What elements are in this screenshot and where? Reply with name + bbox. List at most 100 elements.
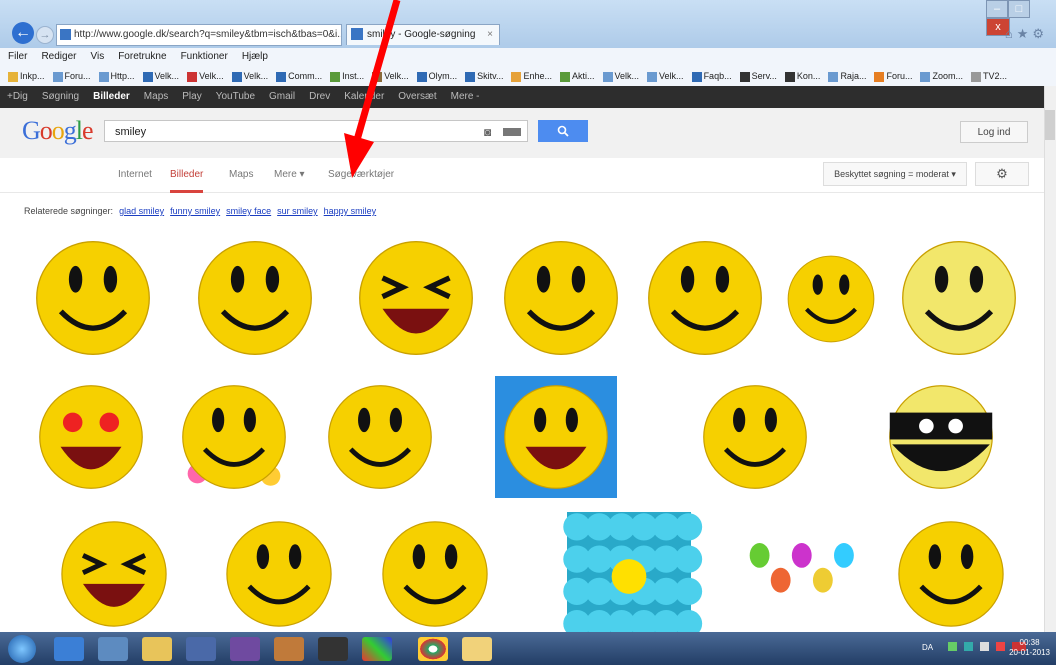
favorite-link[interactable]: Faqb... — [691, 66, 732, 86]
favorite-link[interactable]: TV2... — [970, 66, 1007, 86]
star-icon[interactable]: ★ — [1017, 26, 1033, 41]
image-result-thumbnail[interactable] — [170, 231, 340, 365]
favorite-link[interactable]: Kon... — [784, 66, 820, 86]
image-result-thumbnail[interactable] — [356, 512, 514, 636]
favorite-link[interactable]: Raja... — [828, 66, 866, 86]
favorite-label: Inkp... — [20, 71, 45, 81]
login-button[interactable]: Log ind — [960, 121, 1028, 143]
favorite-link[interactable]: Velk... — [187, 66, 224, 86]
related-link[interactable]: smiley face — [226, 206, 271, 216]
tab-images[interactable]: Billeder — [170, 166, 204, 193]
favorite-link[interactable]: Zoom... — [920, 66, 963, 86]
related-link[interactable]: glad smiley — [119, 206, 164, 216]
forward-button[interactable]: → — [36, 26, 54, 44]
image-result-thumbnail[interactable] — [24, 376, 158, 498]
signal-icon[interactable] — [980, 642, 989, 651]
favorite-link[interactable]: Foru... — [52, 66, 91, 86]
gear-icon[interactable]: ⚙ — [1032, 26, 1048, 41]
maximize-button[interactable]: □ — [1008, 0, 1030, 18]
language-indicator[interactable]: DA — [922, 643, 933, 652]
menu-item[interactable]: Vis — [90, 51, 104, 62]
favorite-link[interactable]: Velk... — [142, 66, 179, 86]
image-result-thumbnail[interactable] — [24, 512, 204, 636]
camera-icon[interactable]: ◙ — [484, 125, 491, 139]
explorer-taskbar-icon[interactable] — [98, 637, 128, 661]
image-result-thumbnail[interactable] — [526, 512, 732, 636]
favorite-link[interactable]: Velk... — [647, 66, 684, 86]
gbar-item[interactable]: Gmail — [269, 91, 295, 102]
image-result-thumbnail[interactable] — [858, 376, 1024, 498]
related-link[interactable]: happy smiley — [324, 206, 377, 216]
paint-taskbar-icon[interactable] — [274, 637, 304, 661]
film-taskbar-icon[interactable] — [318, 637, 348, 661]
gbar-item[interactable]: Mere - — [451, 91, 480, 102]
photo-taskbar-icon[interactable] — [362, 637, 392, 661]
back-button[interactable]: ← — [12, 22, 34, 44]
gbar-item[interactable]: Søgning — [42, 91, 79, 102]
menu-item[interactable]: Hjælp — [242, 51, 268, 62]
related-link[interactable]: sur smiley — [277, 206, 318, 216]
image-result-thumbnail[interactable] — [636, 231, 774, 365]
image-result-thumbnail[interactable] — [212, 512, 346, 636]
gbar-item[interactable]: Play — [182, 91, 201, 102]
favorite-link[interactable]: Inkp... — [8, 66, 45, 86]
search-input[interactable]: smiley — [104, 120, 528, 142]
menu-item[interactable]: Rediger — [41, 51, 76, 62]
notes-taskbar-icon[interactable] — [462, 637, 492, 661]
tab-internet[interactable]: Internet — [118, 166, 152, 190]
favorite-link[interactable]: Http... — [98, 66, 135, 86]
safe-search-dropdown[interactable]: Beskyttet søgning = moderat ▾ — [823, 162, 967, 186]
chrome-taskbar-icon[interactable] — [418, 637, 448, 661]
image-result-thumbnail[interactable] — [492, 231, 630, 365]
google-logo[interactable]: Google — [22, 116, 94, 146]
image-result-thumbnail[interactable] — [24, 231, 162, 365]
related-link[interactable]: funny smiley — [170, 206, 220, 216]
volume-icon[interactable] — [996, 642, 1005, 651]
gbar-item[interactable]: Drev — [309, 91, 330, 102]
favorite-link[interactable]: Serv... — [739, 66, 777, 86]
tab-close-button[interactable]: × — [487, 25, 493, 45]
image-result-thumbnail[interactable] — [876, 512, 1026, 636]
image-result-thumbnail[interactable] — [780, 236, 882, 362]
favorite-link[interactable]: Olym... — [416, 66, 457, 86]
image-result-thumbnail[interactable] — [166, 376, 302, 498]
address-bar[interactable]: http://www.google.dk/search?q=smiley&tbm… — [56, 24, 342, 46]
favorite-link[interactable]: Enhe... — [511, 66, 552, 86]
menu-item[interactable]: Filer — [8, 51, 27, 62]
menu-item[interactable]: Funktioner — [181, 51, 228, 62]
image-result-thumbnail[interactable] — [346, 231, 486, 365]
home-icon[interactable]: ⌂ — [1005, 26, 1017, 41]
favorite-link[interactable]: Skitv... — [465, 66, 503, 86]
sync-icon[interactable] — [964, 642, 973, 651]
start-button[interactable] — [8, 635, 36, 663]
gbar-item[interactable]: Maps — [144, 91, 168, 102]
search-button[interactable] — [538, 120, 588, 142]
image-result-thumbnail[interactable] — [316, 376, 444, 498]
scrollbar-thumb[interactable] — [1045, 110, 1055, 140]
ie-taskbar-icon[interactable] — [54, 637, 84, 661]
keyboard-icon[interactable] — [503, 128, 521, 136]
minimize-button[interactable]: – — [986, 0, 1008, 18]
app-taskbar-icon[interactable] — [230, 637, 260, 661]
favorite-link[interactable]: Velk... — [602, 66, 639, 86]
media-taskbar-icon[interactable] — [186, 637, 216, 661]
tab-maps[interactable]: Maps — [229, 166, 253, 190]
image-result-thumbnail[interactable] — [454, 376, 658, 498]
folder-taskbar-icon[interactable] — [142, 637, 172, 661]
taskbar-clock[interactable]: 00:38 20-01-2013 — [1009, 638, 1050, 658]
favorite-link[interactable]: Velk... — [231, 66, 268, 86]
tab-more[interactable]: Mere ▾ — [274, 166, 305, 190]
favorite-link[interactable]: Akti... — [560, 66, 595, 86]
image-result-thumbnail[interactable] — [740, 512, 866, 636]
gbar-item[interactable]: YouTube — [216, 91, 255, 102]
image-result-thumbnail[interactable] — [676, 376, 834, 498]
gbar-item[interactable]: +Dig — [7, 91, 28, 102]
image-result-thumbnail[interactable] — [890, 231, 1028, 365]
favorite-link[interactable]: Foru... — [874, 66, 912, 86]
gbar-item[interactable]: Billeder — [93, 91, 130, 102]
settings-gear-button[interactable]: ⚙ — [975, 162, 1029, 186]
favorite-link[interactable]: Comm... — [276, 66, 322, 86]
vertical-scrollbar[interactable] — [1044, 86, 1056, 632]
network-icon[interactable] — [948, 642, 957, 651]
menu-item[interactable]: Foretrukne — [118, 51, 166, 62]
